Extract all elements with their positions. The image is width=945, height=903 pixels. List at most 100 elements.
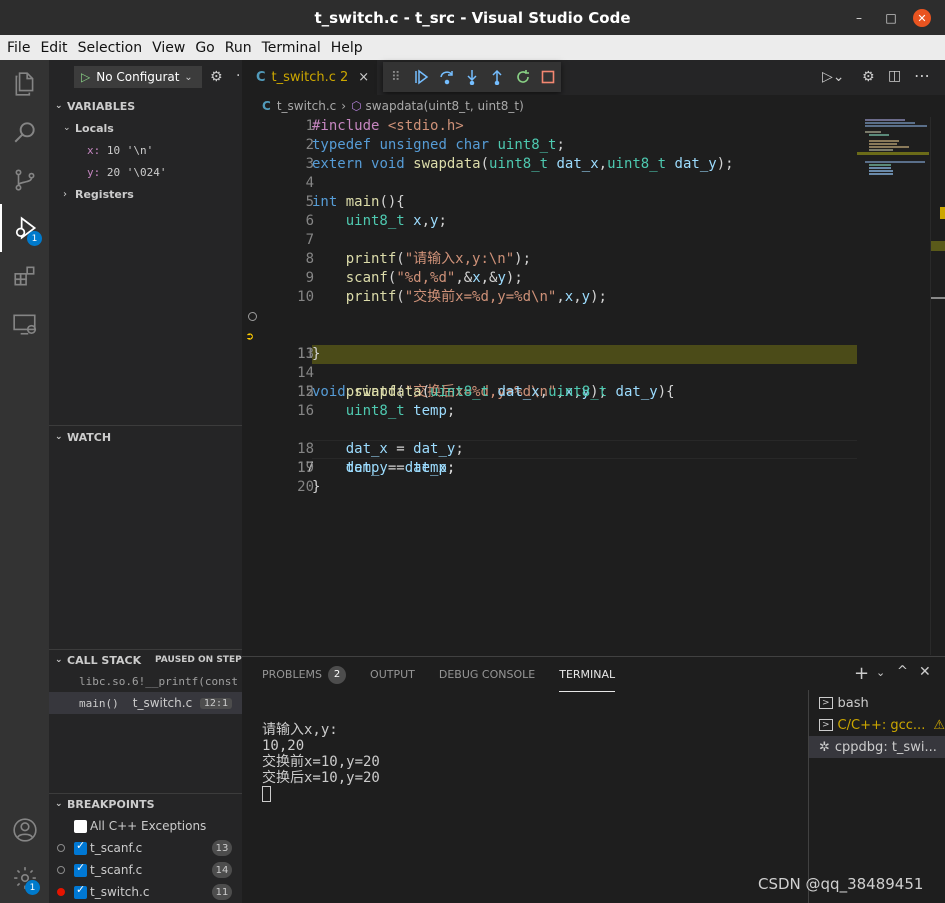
maximize-panel-icon[interactable]: ^ <box>897 664 908 679</box>
frame-name: main() <box>79 696 119 710</box>
registers-label: Registers <box>75 187 134 201</box>
checkbox[interactable] <box>74 861 87 877</box>
gear-icon[interactable]: ⚙ <box>862 69 875 85</box>
account-icon[interactable] <box>0 806 49 854</box>
menu-edit[interactable]: Edit <box>35 40 72 56</box>
watch-header[interactable]: ⌄ WATCH <box>49 426 242 448</box>
terminal-gcc[interactable]: > C/C++: gcc... ⚠ <box>809 714 945 736</box>
c-file-icon: C <box>262 99 271 113</box>
chevron-down-icon[interactable]: ⌄ <box>876 666 885 679</box>
line-badge: 13 <box>212 840 232 856</box>
frame-name: libc.so.6!__printf(const <box>79 674 238 688</box>
variable-x[interactable]: x: 10 '\n' <box>49 139 242 161</box>
menu-view[interactable]: View <box>147 40 190 56</box>
breakpoint-hint-icon[interactable] <box>248 312 257 321</box>
code-line: 16 uint8_t temp; <box>297 403 456 419</box>
locals-scope[interactable]: ⌄ Locals <box>49 117 242 139</box>
breakpoint-item[interactable]: t_scanf.c 14 <box>49 859 242 881</box>
variable-y[interactable]: y: 20 '\024' <box>49 161 242 183</box>
code-line: 11 swapdata(x,y); <box>242 307 857 362</box>
variable-value: 10 '\n' <box>106 143 154 157</box>
breakpoints-header[interactable]: ⌄ BREAKPOINTS <box>49 793 242 815</box>
breadcrumb-file[interactable]: t_switch.c <box>277 99 336 113</box>
remote-explorer-icon[interactable] <box>0 300 49 348</box>
checkbox[interactable] <box>74 839 87 855</box>
more-actions-icon[interactable]: ⋯ <box>914 66 930 85</box>
code-line: 15 void swapdata(uint8_t dat_x,uint8_t da… <box>297 384 675 400</box>
tab-output[interactable]: OUTPUT <box>370 657 415 692</box>
stop-icon[interactable] <box>536 64 561 90</box>
variable-name: y: <box>87 165 101 179</box>
explorer-icon[interactable] <box>0 60 49 108</box>
chevron-down-icon: ⌄ <box>63 123 71 133</box>
settings-badge: 1 <box>25 880 40 895</box>
drag-handle-icon[interactable]: ⠿ <box>383 64 408 90</box>
code-line: 2 typedef unsigned char uint8_t; <box>305 137 565 153</box>
stack-frame[interactable]: libc.so.6!__printf(const <box>49 670 242 692</box>
variables-header[interactable]: ⌄ VARIABLES <box>49 95 242 117</box>
debug-settings-gear-icon[interactable]: ⚙ <box>210 69 223 85</box>
warning-icon: ⚠ <box>933 717 945 733</box>
code-editor[interactable]: 1 #include <stdio.h> 2 typedef unsigned ch… <box>242 117 857 655</box>
menu-file[interactable]: File <box>2 40 35 56</box>
menu-bar: File Edit Selection View Go Run Terminal… <box>0 35 945 60</box>
breakpoint-item[interactable]: All C++ Exceptions <box>49 815 242 837</box>
menu-help[interactable]: Help <box>326 40 368 56</box>
method-icon: ⬡ <box>351 99 362 113</box>
breakpoint-item[interactable]: t_scanf.c 13 <box>49 837 242 859</box>
minimap[interactable] <box>857 117 937 655</box>
breakpoint-item[interactable]: t_switch.c 11 <box>49 881 242 903</box>
split-editor-icon[interactable]: ◫ <box>888 68 901 84</box>
close-icon[interactable]: × <box>358 70 369 85</box>
tab-terminal[interactable]: TERMINAL <box>559 657 616 692</box>
run-debug-dropdown-icon[interactable]: ▷⌄ <box>822 69 845 85</box>
terminal-bash[interactable]: > bash <box>809 692 945 714</box>
warning-marker <box>940 207 945 219</box>
step-over-icon[interactable] <box>434 64 459 90</box>
registers-scope[interactable]: › Registers <box>49 183 242 205</box>
step-out-icon[interactable] <box>485 64 510 90</box>
maximize-button[interactable]: □ <box>882 9 900 27</box>
call-stack-header[interactable]: ⌄ CALL STACK PAUSED ON STEP <box>49 649 242 671</box>
breadcrumb-symbol[interactable]: swapdata(uint8_t, uint8_t) <box>366 99 524 113</box>
restart-icon[interactable] <box>510 64 535 90</box>
debug-config-select[interactable]: ▷ No Configurat ⌄ <box>74 66 202 88</box>
search-icon[interactable] <box>0 108 49 156</box>
tab-problems[interactable]: PROBLEMS 2 <box>262 657 347 692</box>
frame-line: 12:1 <box>199 697 232 709</box>
run-debug-badge: 1 <box>27 231 42 246</box>
terminal-list: > bash > C/C++: gcc... ⚠ ✲ cppdbg: t_swi… <box>808 690 945 903</box>
terminal-output[interactable]: 请输入x,y: 10,20 交换前x=10,y=20 交换后x=10,y=20 <box>262 722 782 802</box>
vertical-scrollbar[interactable] <box>930 117 945 655</box>
cursor-marker <box>931 297 945 299</box>
checkbox[interactable] <box>74 883 87 899</box>
menu-run[interactable]: Run <box>220 40 257 56</box>
debug-sidebar: ⌄ VARIABLES ⌄ Locals x: 10 '\n' y: 20 '\… <box>49 60 242 903</box>
source-control-icon[interactable] <box>0 156 49 204</box>
chevron-down-icon: ⌄ <box>55 432 63 442</box>
code-line: 8 printf("请输入x,y:\n"); <box>305 251 532 267</box>
menu-terminal[interactable]: Terminal <box>257 40 326 56</box>
manage-gear-icon[interactable]: 1 <box>0 854 49 902</box>
tab-debug-console[interactable]: DEBUG CONSOLE <box>439 657 535 692</box>
close-button[interactable]: ✕ <box>913 9 931 27</box>
close-panel-icon[interactable]: ✕ <box>919 664 931 680</box>
title-bar: t_switch.c - t_src - Visual Studio Code … <box>0 0 945 35</box>
step-into-icon[interactable] <box>459 64 484 90</box>
continue-icon[interactable] <box>408 64 433 90</box>
tab-t-switch[interactable]: C t_switch.c 2 × <box>242 60 377 95</box>
breadcrumb: C t_switch.c › ⬡ swapdata(uint8_t, uint8… <box>242 95 945 117</box>
new-terminal-icon[interactable]: + <box>854 663 869 684</box>
terminal-cppdbg[interactable]: ✲ cppdbg: t_swi... <box>809 736 945 758</box>
menu-go[interactable]: Go <box>190 40 219 56</box>
checkbox[interactable] <box>74 819 87 833</box>
menu-selection[interactable]: Selection <box>73 40 148 56</box>
more-actions-icon[interactable]: · <box>236 68 240 84</box>
paused-status: PAUSED ON STEP <box>155 655 242 665</box>
start-debugging-icon[interactable]: ▷ <box>81 70 90 84</box>
extensions-icon[interactable] <box>0 252 49 300</box>
minimize-button[interactable]: – <box>850 9 868 27</box>
paused-line-marker <box>931 241 945 251</box>
stack-frame-selected[interactable]: main() t_switch.c 12:1 <box>49 692 242 714</box>
run-debug-icon[interactable]: 1 <box>0 204 49 252</box>
